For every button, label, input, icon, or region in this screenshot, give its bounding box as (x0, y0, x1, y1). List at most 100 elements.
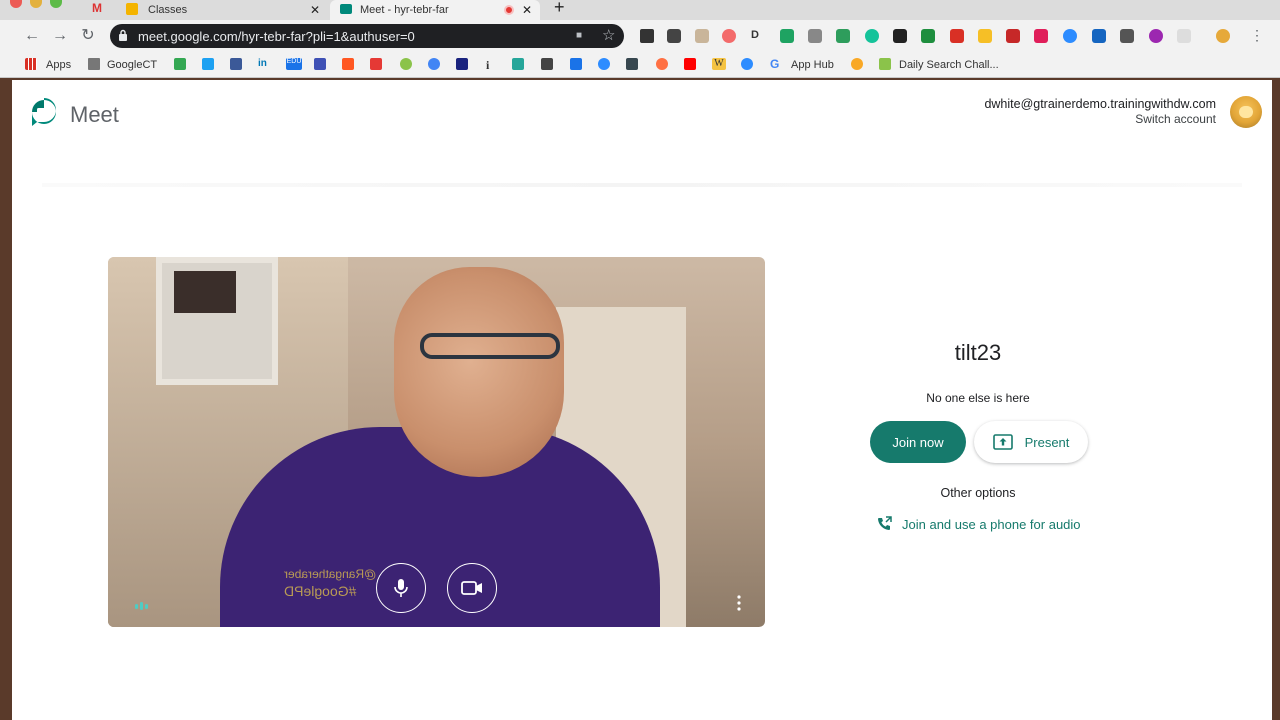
grid-extension-icon[interactable] (808, 29, 822, 43)
linkedin-bookmark-icon[interactable]: in (258, 58, 270, 70)
block-extension-icon[interactable] (1120, 29, 1134, 43)
zoom-bookmark-icon[interactable] (598, 58, 610, 70)
play-bookmark-icon[interactable] (570, 58, 582, 70)
classroom-favicon-icon (126, 3, 138, 15)
microphone-icon (394, 579, 408, 597)
shirt-text: @Rangatheraber (284, 567, 377, 581)
microphone-toggle-button[interactable] (376, 563, 426, 613)
classroom-extension-icon[interactable] (921, 29, 935, 43)
forward-button[interactable]: → (50, 26, 70, 46)
url-text: meet.google.com/hyr-tebr-far?pli=1&authu… (138, 29, 415, 44)
letters-bookmark-icon[interactable] (456, 58, 468, 70)
blogger-bookmark-icon[interactable] (342, 58, 354, 70)
window-minimize-icon[interactable] (30, 0, 42, 8)
grammarly-extension-icon[interactable] (865, 29, 879, 43)
green-extension-icon[interactable] (780, 29, 794, 43)
meet-logo-icon[interactable] (30, 98, 58, 130)
address-bar[interactable]: meet.google.com/hyr-tebr-far?pli=1&authu… (110, 24, 624, 48)
thumb-extension-icon[interactable] (978, 29, 992, 43)
tab-title: Classes (148, 4, 188, 16)
window-close-icon[interactable] (10, 0, 22, 8)
mute-extension-icon[interactable] (1177, 29, 1191, 43)
cross-extension-icon[interactable] (667, 29, 681, 43)
leaf-bookmark-icon[interactable] (400, 58, 412, 70)
self-video-preview: @Rangatheraber #GooglePD (108, 257, 765, 627)
camera-toggle-button[interactable] (447, 563, 497, 613)
doc-extension-icon[interactable] (695, 29, 709, 43)
flag-bookmark-icon[interactable] (314, 58, 326, 70)
tab-classes[interactable]: Classes ✕ (116, 0, 328, 20)
grid-bookmark-icon[interactable] (541, 58, 553, 70)
tab-meet[interactable]: Meet - hyr-tebr-far ✕ (330, 0, 540, 20)
participants-status: No one else is here (926, 391, 1030, 405)
purple-extension-icon[interactable] (1149, 29, 1163, 43)
drive-bookmark-icon[interactable] (174, 58, 186, 70)
video-picture-frame (156, 257, 278, 385)
wiki-bookmark-icon[interactable]: W (712, 58, 726, 70)
d-extension-icon[interactable]: D (751, 29, 765, 43)
folder-icon (88, 58, 100, 70)
pen-extension-icon[interactable] (640, 29, 654, 43)
lock-icon (119, 29, 127, 41)
audio-level-icon (135, 602, 148, 610)
join-phone-audio-link[interactable]: Join and use a phone for audio (876, 516, 1081, 532)
window-maximize-icon[interactable] (50, 0, 62, 8)
meet-page: Meet dwhite@gtrainerdemo.trainingwithdw.… (12, 80, 1272, 720)
browser-tab-strip: M Classes ✕ Meet - hyr-tebr-far ✕ + (0, 0, 1280, 20)
checkbox-extension-icon[interactable] (893, 29, 907, 43)
bookmark-daily-search[interactable]: Daily Search Chall... (899, 58, 999, 72)
facebook-bookmark-icon[interactable] (230, 58, 242, 70)
browser-menu-icon[interactable]: ⋮ (1250, 27, 1264, 44)
meet-brand-title: Meet (70, 102, 119, 127)
apps-grid-icon[interactable] (25, 58, 37, 70)
page-divider (42, 183, 1242, 187)
reload-button[interactable]: ↻ (78, 26, 98, 46)
camera-in-use-icon[interactable]: ■ (576, 30, 582, 41)
present-screen-icon (992, 434, 1013, 450)
bird-bookmark-icon[interactable] (626, 58, 638, 70)
marker-extension-icon[interactable] (950, 29, 964, 43)
present-label: Present (1024, 434, 1070, 450)
switch-account-link[interactable]: Switch account (1135, 112, 1216, 126)
twitter-bookmark-icon[interactable] (202, 58, 214, 70)
red-extension-icon[interactable] (1006, 29, 1020, 43)
zoom2-bookmark-icon[interactable] (741, 58, 753, 70)
zoom-extension-icon[interactable] (1063, 29, 1077, 43)
present-button[interactable]: Present (974, 421, 1088, 463)
video-person-glasses (420, 333, 560, 359)
bookmarks-bar: Apps GoogleCT in EDU i W G App Hub Daily… (0, 52, 1280, 78)
screencast-extension-icon[interactable] (722, 29, 736, 43)
google-bookmark-icon: G (770, 57, 780, 71)
bookmark-app-hub[interactable]: App Hub (791, 58, 834, 72)
gmail-pinned-tab-icon[interactable]: M (92, 1, 102, 15)
more-vert-icon[interactable] (733, 595, 745, 611)
pin-bookmark-icon[interactable] (851, 58, 863, 70)
info-bookmark-icon[interactable]: i (486, 58, 498, 72)
back-button[interactable]: ← (22, 26, 42, 46)
tab-close-icon[interactable]: ✕ (522, 3, 532, 17)
dots-bookmark-icon[interactable] (428, 58, 440, 70)
join-now-button[interactable]: Join now (870, 421, 966, 463)
meet-favicon-icon (340, 4, 352, 14)
bookmark-star-icon[interactable]: ☆ (602, 26, 615, 44)
account-avatar[interactable] (1230, 96, 1262, 128)
new-tab-button[interactable]: + (554, 0, 565, 18)
tab-close-icon[interactable]: ✕ (310, 3, 320, 17)
youtube-bookmark-icon[interactable] (684, 58, 696, 70)
slack-extension-icon[interactable] (1034, 29, 1048, 43)
avatar-face-icon (1239, 106, 1253, 118)
tiles-bookmark-icon[interactable] (370, 58, 382, 70)
meeting-code-title: tilt23 (954, 340, 1002, 365)
bookmark-googlect[interactable]: GoogleCT (107, 58, 157, 72)
edu-bookmark-icon[interactable]: EDU (286, 58, 302, 70)
browser-toolbar: ← → ↻ meet.google.com/hyr-tebr-far?pli=1… (0, 20, 1280, 52)
phone-audio-label: Join and use a phone for audio (902, 516, 1081, 532)
bookmark-apps[interactable]: Apps (46, 58, 71, 72)
orange-circle-bookmark-icon[interactable] (656, 58, 668, 70)
other-options-label: Other options (940, 486, 1016, 500)
chart-bookmark-icon[interactable] (512, 58, 524, 70)
profile-avatar-icon[interactable] (1216, 29, 1230, 43)
account-email: dwhite@gtrainerdemo.trainingwithdw.com (984, 97, 1216, 111)
shield-extension-icon[interactable] (1092, 29, 1106, 43)
check-extension-icon[interactable] (836, 29, 850, 43)
